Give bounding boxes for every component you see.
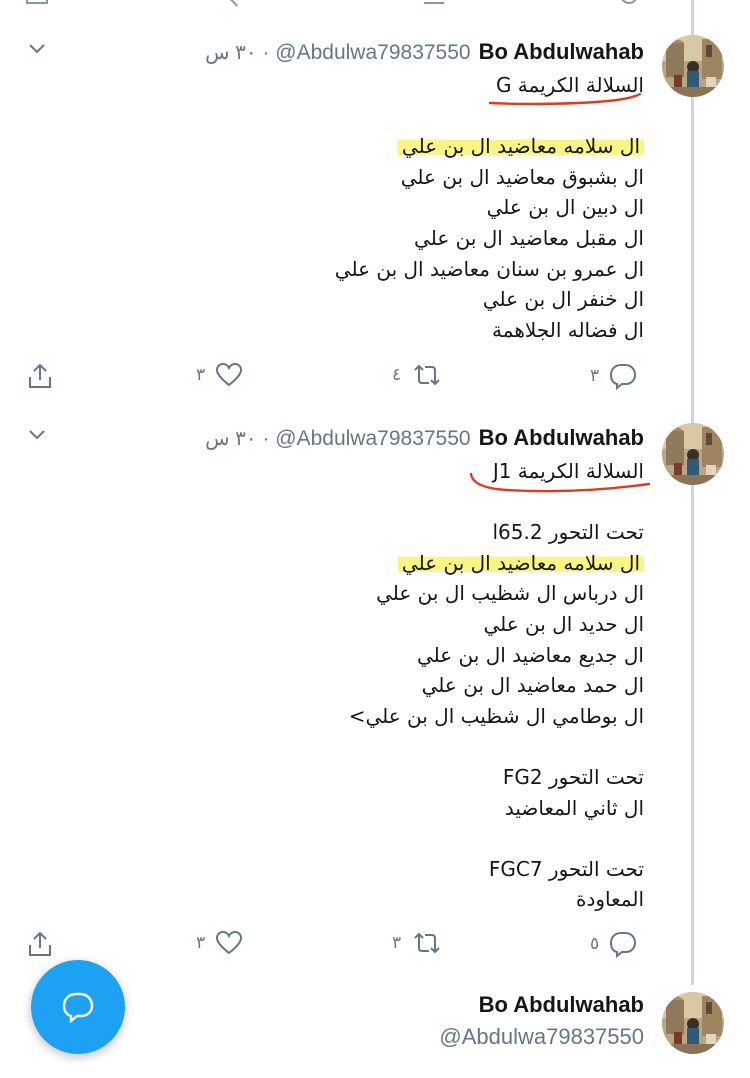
retweet-button[interactable]: ٤ <box>392 362 443 388</box>
retweet-count: ٤ <box>392 365 402 385</box>
display-name[interactable]: Bo Abdulwahab <box>479 39 644 65</box>
avatar[interactable] <box>662 35 724 97</box>
tweet-line: ال ثاني المعاضيد <box>504 795 644 820</box>
avatar[interactable] <box>662 423 724 485</box>
avatar[interactable] <box>662 992 724 1054</box>
reply-bubble-icon <box>610 364 637 390</box>
like-button[interactable]: ٣ <box>196 362 243 388</box>
tweet-line: ال بوطامي ال شظيب ال بن علي> <box>348 703 644 728</box>
share-icon <box>29 931 51 956</box>
chevron-down-icon[interactable] <box>26 38 48 60</box>
tweet-body: السلالة الكريمة J1 تحت التحور l65.2 ال س… <box>84 456 651 915</box>
tweet-time[interactable]: ٣٠ س <box>205 40 256 65</box>
tweet-time[interactable]: ٣٠ س <box>205 426 256 451</box>
like-count: ٣ <box>196 365 206 385</box>
chevron-down-icon[interactable] <box>26 424 48 446</box>
tweet-body: السلالة الكريمة G ال سلامه معاضيد ال بن … <box>84 70 644 345</box>
compose-button[interactable] <box>31 960 125 1054</box>
tweet-line: ال دبين ال بن علي <box>486 195 644 220</box>
retweet-icon <box>414 364 440 386</box>
tweet-line: ال حديد ال بن علي <box>483 611 644 636</box>
tweet-title: السلالة الكريمة J1 <box>492 459 644 483</box>
tweet[interactable]: ٣٠ س · @Abdulwa79837550 Bo Abdulwahab ال… <box>0 410 750 970</box>
reply-count: ٣ <box>590 366 600 386</box>
title-annotated: السلالة الكريمة G <box>488 70 644 106</box>
retweet-count: ٣ <box>392 933 402 953</box>
highlighted-text: ال سلامه معاضيد ال بن علي <box>397 550 644 575</box>
tweet-line: المعاودة <box>576 887 644 912</box>
tweet-line: ال خنفر ال بن علي <box>482 287 644 312</box>
tweet-line: ال مقبل معاضيد ال بن علي <box>414 225 644 250</box>
tweet-line: تحت التحور FG2 <box>502 764 644 789</box>
display-name[interactable]: Bo Abdulwahab <box>479 992 644 1018</box>
retweet-icon <box>414 932 440 954</box>
highlighted-text: ال سلامه معاضيد ال بن علي <box>397 134 644 159</box>
tweet-line: ال حمد معاضيد ال بن علي <box>421 673 644 698</box>
user-handle[interactable]: @Abdulwa79837550 <box>439 1024 644 1050</box>
user-handle[interactable]: @Abdulwa79837550 <box>275 41 470 65</box>
like-count: ٣ <box>196 933 206 953</box>
tweet-actions: ٣ ٤ ٣ <box>0 362 750 392</box>
retweet-button[interactable]: ٣ <box>392 930 443 956</box>
share-button[interactable] <box>27 930 53 958</box>
compose-icon <box>62 992 94 1024</box>
tweet-line: تحت التحور FGC7 <box>488 856 644 881</box>
tweet[interactable]: ٣٠ س · @Abdulwa79837550 Bo Abdulwahab ال… <box>0 0 750 400</box>
user-handle[interactable]: @Abdulwa79837550 <box>275 427 470 451</box>
separator-dot: · <box>262 428 270 450</box>
tweet-line: ال درباس ال شظيب ال بن علي <box>376 581 644 606</box>
tweet-title: السلالة الكريمة G <box>495 73 644 97</box>
share-icon <box>29 363 51 388</box>
title-annotated: السلالة الكريمة J1 <box>469 456 651 493</box>
heart-icon <box>216 362 243 387</box>
tweet-line: ال جديع معاضيد ال بن علي <box>416 642 644 667</box>
tweet-actions: ٣ ٣ ٥ <box>0 930 750 960</box>
tweet-line: السلالة الكريمة J1 <box>84 456 651 493</box>
tweet-line: ال فضاله الجلاهمة <box>492 317 644 342</box>
tweet-line: ال بشبوق معاضيد ال بن علي <box>400 164 644 189</box>
tweet-line: السلالة الكريمة G <box>84 70 644 106</box>
reply-count: ٥ <box>590 934 600 954</box>
like-button[interactable]: ٣ <box>196 930 243 956</box>
tweet-line: ال سلامه معاضيد ال بن علي <box>84 131 644 162</box>
tweet-header: ٣٠ س · @Abdulwa79837550 Bo Abdulwahab <box>205 425 644 451</box>
tweet-header: ٣٠ س · @Abdulwa79837550 Bo Abdulwahab <box>205 39 644 65</box>
share-button[interactable] <box>27 362 53 390</box>
separator-dot: · <box>262 42 270 64</box>
reply-bubble-icon <box>610 932 637 958</box>
tweet-line: ال عمرو بن سنان معاضيد ال بن علي <box>334 256 644 281</box>
display-name[interactable]: Bo Abdulwahab <box>479 425 644 451</box>
tweet-line: تحت التحور l65.2 <box>492 520 644 545</box>
reply-button[interactable]: ٥ <box>590 930 637 958</box>
tweet-line: ال سلامه معاضيد ال بن علي <box>84 548 644 579</box>
reply-button[interactable]: ٣ <box>590 362 637 390</box>
heart-icon <box>216 930 243 955</box>
